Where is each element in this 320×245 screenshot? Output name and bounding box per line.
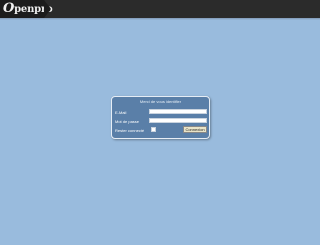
- password-row: Mot de passe: [115, 118, 207, 124]
- email-label: E-Mail: [115, 110, 127, 115]
- remember-row: Rester connecté Connexion: [115, 126, 207, 133]
- login-title: Merci de vous identifier: [139, 99, 182, 104]
- login-panel: Merci de vous identifier E-Mail Mot de p…: [111, 96, 210, 139]
- email-field[interactable]: [149, 109, 207, 114]
- logo-tab-arrow: [44, 0, 51, 18]
- remember-checkbox[interactable]: [151, 127, 156, 132]
- password-label: Mot de passe: [115, 119, 140, 124]
- remember-label: Rester connecté: [115, 128, 145, 133]
- logo-tab[interactable]: Openpro: [0, 0, 53, 18]
- logo-initial: O: [3, 1, 15, 16]
- top-bar: Openpro: [0, 0, 320, 18]
- password-field[interactable]: [149, 118, 207, 123]
- connect-button[interactable]: Connexion: [183, 126, 207, 133]
- email-row: E-Mail: [115, 109, 207, 115]
- top-bar-shadow: [0, 18, 320, 20]
